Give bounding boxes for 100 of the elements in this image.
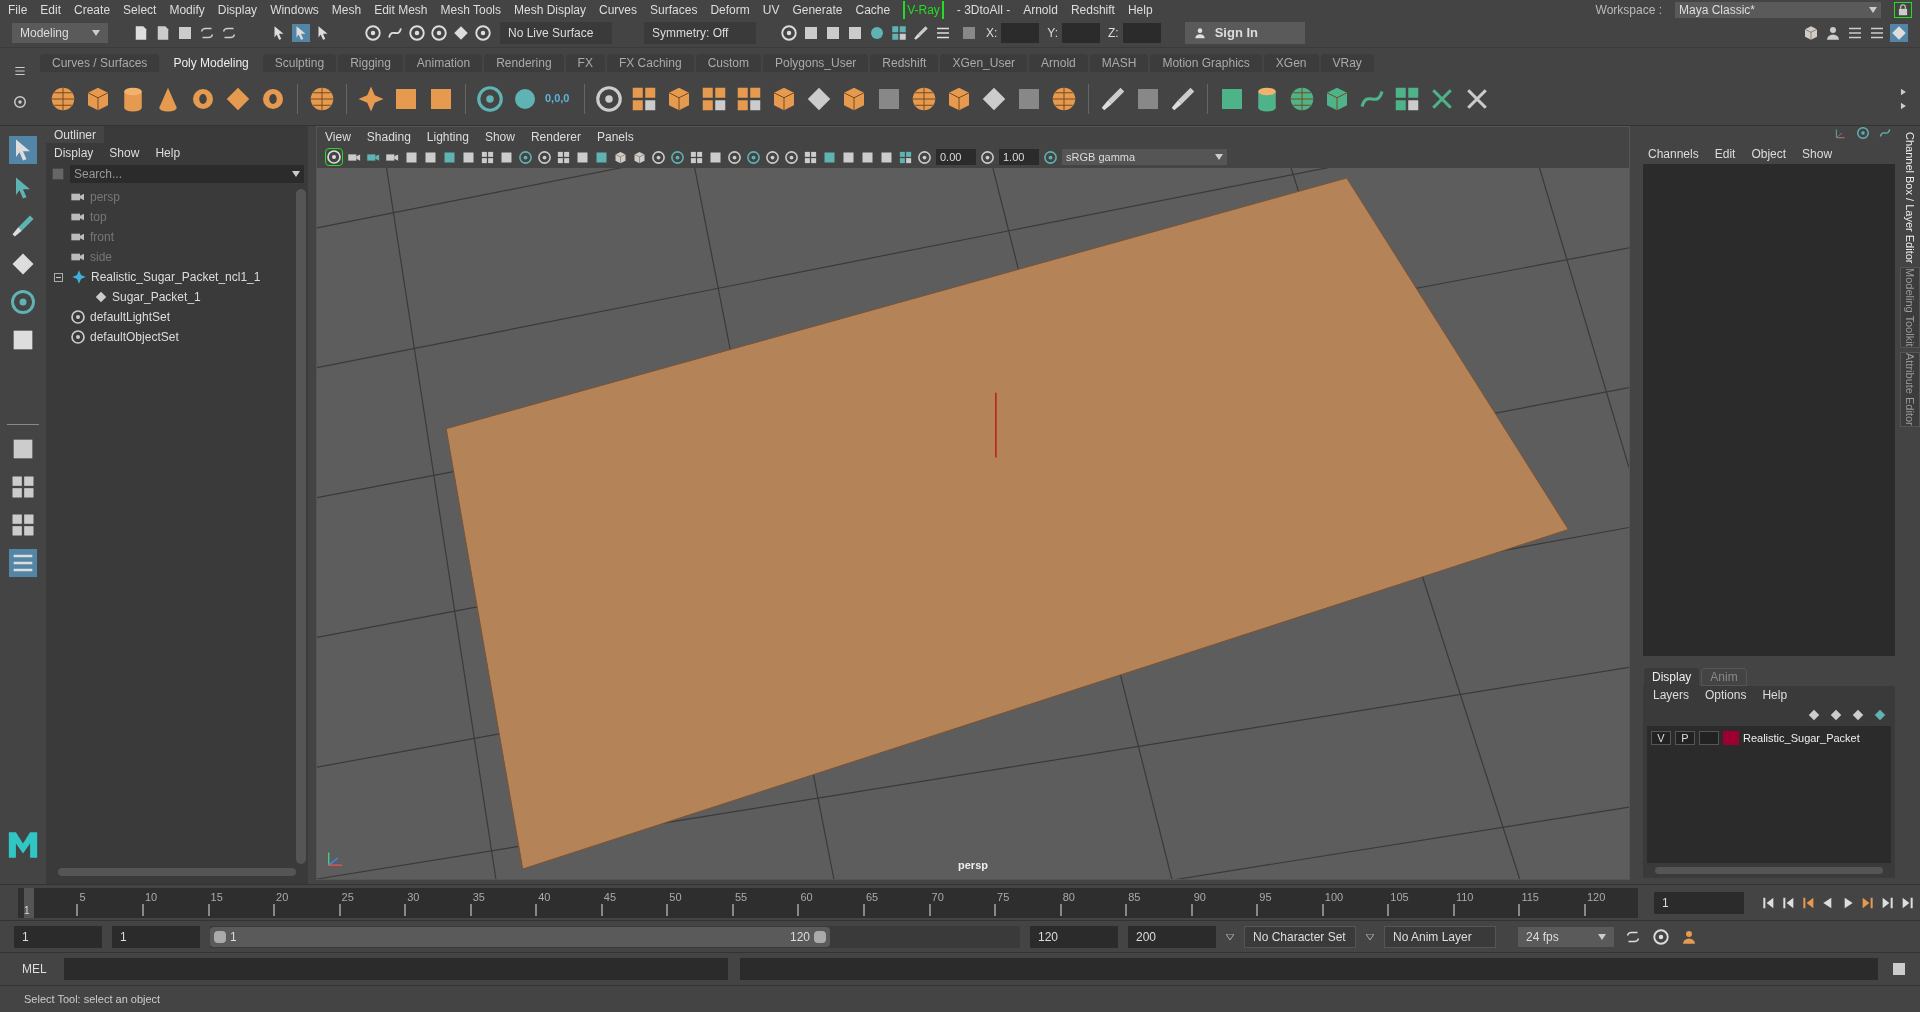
mode-dropdown[interactable]: Modeling (12, 23, 108, 43)
side-tab[interactable]: Modeling Toolkit (1900, 267, 1920, 349)
reset-transform-button[interactable]: 0,0,0 (545, 90, 575, 107)
menu-item[interactable]: Edit Mesh (374, 0, 428, 19)
character-set-field[interactable]: No Character Set (1244, 925, 1356, 948)
shelf-tab[interactable]: XGen_User (940, 54, 1028, 72)
shelf-tab[interactable]: Arnold (1029, 54, 1088, 72)
sign-in-button[interactable]: Sign In (1184, 22, 1305, 44)
menu-item[interactable]: Select (123, 0, 157, 19)
outliner-menu-item[interactable]: Help (155, 144, 181, 162)
shelf-tab[interactable]: Curves / Surfaces (40, 54, 160, 72)
menu-item[interactable]: Help (1127, 0, 1153, 19)
outliner-menu-item[interactable]: Display (54, 144, 94, 162)
outliner-item[interactable]: Sugar_Packet_1 (112, 288, 201, 306)
menu-item[interactable]: Modify (169, 0, 205, 19)
viewport-menu-item[interactable]: Panels (596, 127, 634, 146)
range-handle[interactable] (814, 930, 826, 943)
layer-menu-item[interactable]: Layers (1653, 686, 1690, 704)
menu-item[interactable]: Redshift (1070, 0, 1115, 19)
search-field[interactable]: Search... (70, 165, 304, 183)
shelf-tab[interactable]: Polygons_User (762, 54, 869, 72)
side-tab[interactable]: Attribute Editor (1900, 352, 1920, 427)
shelf-tab[interactable]: Custom (695, 54, 761, 72)
playback-toggle[interactable]: P (1675, 731, 1695, 746)
viewport-menu-item[interactable]: Lighting (426, 127, 469, 146)
gamma-field[interactable]: 1.00 (999, 149, 1039, 165)
menu-item[interactable]: Deform (710, 0, 750, 19)
layer-menu-item[interactable]: Help (1762, 686, 1788, 704)
menu-item[interactable]: Display (217, 0, 258, 19)
coordinate-field[interactable] (1001, 23, 1040, 43)
fps-dropdown[interactable]: 24 fps (1518, 926, 1614, 947)
outliner-item[interactable]: defaultLightSet (90, 308, 171, 326)
shelf-tab[interactable]: Rigging (338, 54, 403, 72)
channel-box-menu-item[interactable]: Object (1751, 145, 1787, 163)
shelf-tab[interactable]: Motion Graphics (1150, 54, 1262, 72)
command-language-label[interactable]: MEL (22, 960, 52, 978)
shelf-tab[interactable]: FX Caching (606, 54, 694, 72)
menu-item[interactable]: Mesh (331, 0, 362, 19)
layer-color-swatch[interactable] (1723, 731, 1739, 746)
live-surface-field[interactable]: No Live Surface (500, 22, 612, 44)
shelf-tab[interactable]: VRay (1320, 54, 1374, 72)
coordinate-field[interactable] (1062, 23, 1101, 43)
viewport-menu-item[interactable]: Show (484, 127, 515, 146)
checker-icon[interactable] (689, 149, 704, 165)
range-slider[interactable]: 1 120 (210, 926, 830, 947)
playback-start-field[interactable]: 1 (112, 925, 200, 948)
outliner-menu-item[interactable]: Show (109, 144, 140, 162)
lock-icon[interactable] (1896, 2, 1910, 17)
horizontal-scrollbar[interactable] (1655, 867, 1883, 874)
shelf-tab[interactable]: Redshift (870, 54, 939, 72)
layer-editor-tab[interactable]: Display (1644, 668, 1700, 686)
range-slider-track[interactable]: 1 120 (210, 925, 1020, 948)
start-frame-field[interactable]: 1 (14, 925, 102, 948)
viewport-menu-item[interactable]: View (325, 127, 351, 146)
shelf-tab[interactable]: Rendering (484, 54, 564, 72)
color-space-dropdown[interactable]: sRGB gamma (1062, 149, 1227, 165)
channel-box-menu-item[interactable]: Edit (1714, 145, 1736, 163)
horizontal-scrollbar[interactable] (58, 868, 296, 876)
workspace-dropdown[interactable]: Maya Classic* (1675, 1, 1881, 18)
outliner-tab[interactable]: Outliner (46, 126, 105, 143)
menu-item[interactable]: Generate (792, 0, 843, 19)
outliner-item[interactable]: Realistic_Sugar_Packet_ncl1_1 (91, 268, 261, 286)
menu-item[interactable]: Surfaces (650, 0, 698, 19)
current-frame-field[interactable]: 1 (1654, 891, 1744, 914)
time-slider[interactable]: 1 5 10 15 20 25 30 35 40 45 50 55 60 65 70 75 80 85 90 95 100 105 110 115 120 (18, 887, 1638, 918)
menu-item[interactable]: Cache (855, 0, 891, 19)
caret-icon[interactable] (1366, 933, 1374, 940)
snap-surface-icon[interactable] (452, 24, 470, 42)
coordinate-field[interactable] (1122, 23, 1161, 43)
menu-item[interactable]: Arnold (1023, 0, 1058, 19)
visibility-toggle[interactable]: V (1651, 731, 1671, 746)
shelf-tab[interactable]: MASH (1089, 54, 1149, 72)
wand-icon[interactable] (912, 24, 930, 42)
cube-icon[interactable] (632, 149, 647, 165)
cube-icon[interactable] (1802, 24, 1820, 42)
range-handle[interactable] (214, 930, 226, 943)
cube-icon[interactable] (613, 149, 628, 165)
viewport-menu-item[interactable]: Renderer (530, 127, 581, 146)
layer-menu-item[interactable]: Options (1705, 686, 1747, 704)
render-layers-icon[interactable] (890, 24, 908, 42)
figure-icon[interactable] (1824, 24, 1842, 42)
menu-item[interactable]: Mesh Display (514, 0, 587, 19)
menu-item[interactable]: Curves (599, 0, 638, 19)
end-frame-field[interactable]: 200 (1128, 925, 1216, 948)
exposure-field[interactable]: 0.00 (936, 149, 976, 165)
playback-end-field[interactable]: 120 (1030, 925, 1118, 948)
reference-toggle[interactable] (1699, 731, 1719, 746)
menu-item[interactable]: V-Ray (903, 0, 944, 19)
anim-layer-field[interactable]: No Anim Layer (1384, 925, 1496, 948)
shelf-tab[interactable]: Sculpting (262, 54, 337, 72)
menu-item[interactable]: File (8, 0, 28, 19)
menu-item[interactable]: UV (762, 0, 780, 19)
outliner-item[interactable]: defaultObjectSet (90, 328, 179, 346)
shelf-tab[interactable]: FX (565, 54, 605, 72)
channel-box-menu-item[interactable]: Show (1802, 145, 1833, 163)
shelf-tab[interactable]: Animation (404, 54, 483, 72)
collapse-toggle[interactable] (54, 272, 63, 282)
channel-box-menu-item[interactable]: Channels (1648, 145, 1699, 163)
command-input-field[interactable] (64, 958, 728, 980)
symmetry-field[interactable]: Symmetry: Off (644, 22, 756, 44)
